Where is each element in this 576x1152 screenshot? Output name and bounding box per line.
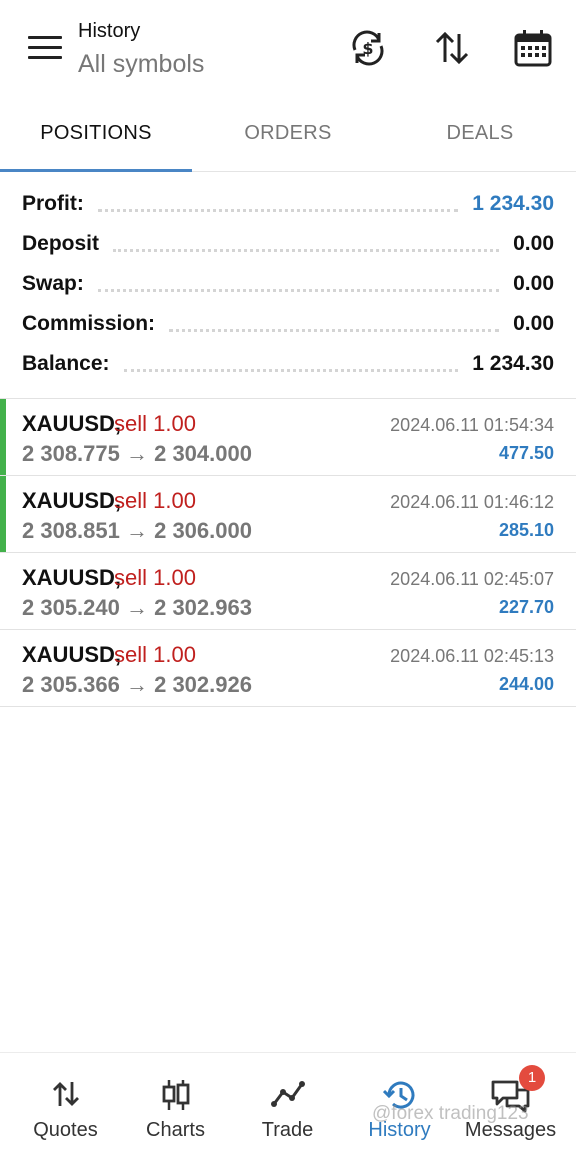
tab-orders[interactable]: ORDERS bbox=[192, 100, 384, 171]
quotes-icon bbox=[52, 1082, 79, 1106]
tab-positions[interactable]: POSITIONS bbox=[0, 100, 192, 172]
deal-prices: 2 308.775 → 2 304.000 bbox=[22, 441, 252, 466]
summary-row-swap: Swap: 0.00 bbox=[0, 264, 576, 304]
dotted-leader bbox=[169, 328, 500, 332]
summary-value: 1 234.30 bbox=[472, 352, 554, 375]
history-tabs: POSITIONS ORDERS DEALS bbox=[0, 100, 576, 172]
summary-panel: Profit: 1 234.30 Deposit 0.00 Swap: 0.00… bbox=[0, 184, 576, 384]
position-marker bbox=[0, 476, 6, 552]
svg-text:$: $ bbox=[362, 39, 373, 58]
deal-side: sell 1.00 bbox=[114, 488, 196, 513]
tab-deals[interactable]: DEALS bbox=[384, 100, 576, 171]
deal-time: 2024.06.11 01:46:12 bbox=[390, 492, 554, 512]
nav-label: Charts bbox=[146, 1119, 205, 1141]
deal-symbol: XAUUSD, bbox=[22, 411, 122, 436]
list-item[interactable]: XAUUSD, sell 1.00 2 308.851 → 2 306.000 … bbox=[0, 476, 576, 553]
nav-quotes[interactable]: Quotes bbox=[8, 1053, 123, 1152]
position-marker bbox=[0, 399, 6, 475]
deal-profit: 477.50 bbox=[498, 443, 554, 463]
deal-side: sell 1.00 bbox=[114, 411, 196, 436]
deal-time: 2024.06.11 01:54:34 bbox=[390, 415, 554, 435]
list-item[interactable]: XAUUSD, sell 1.00 2 308.775 → 2 304.000 … bbox=[0, 399, 576, 476]
summary-label: Profit: bbox=[22, 192, 84, 215]
deal-prices: 2 305.366 → 2 302.926 bbox=[22, 672, 252, 697]
dotted-leader bbox=[97, 208, 459, 212]
nav-label: Trade bbox=[261, 1119, 314, 1141]
summary-value: 0.00 bbox=[513, 312, 554, 335]
watermark-text: @forex trading123 bbox=[372, 1103, 529, 1124]
trade-icon bbox=[270, 1081, 305, 1107]
summary-label: Swap: bbox=[22, 272, 84, 295]
dotted-leader bbox=[113, 248, 500, 252]
summary-value: 1 234.30 bbox=[472, 192, 554, 215]
summary-row-commission: Commission: 0.00 bbox=[0, 304, 576, 344]
list-item[interactable]: XAUUSD, sell 1.00 2 305.366 → 2 302.926 … bbox=[0, 630, 576, 707]
hamburger-menu-icon[interactable] bbox=[28, 36, 62, 62]
calendar-icon[interactable] bbox=[513, 28, 553, 68]
summary-label: Commission: bbox=[22, 312, 156, 335]
nav-charts[interactable]: Charts bbox=[118, 1053, 233, 1152]
bottom-navigation: Quotes Charts Trade History 1 Messages @… bbox=[0, 1052, 576, 1152]
deal-profit: 244.00 bbox=[498, 674, 554, 694]
summary-row-balance: Balance: 1 234.30 bbox=[0, 344, 576, 384]
positions-list: XAUUSD, sell 1.00 2 308.775 → 2 304.000 … bbox=[0, 398, 576, 707]
deal-symbol: XAUUSD, bbox=[22, 488, 122, 513]
summary-value: 0.00 bbox=[513, 232, 554, 255]
deal-symbol: XAUUSD, bbox=[22, 642, 122, 667]
nav-trade[interactable]: Trade bbox=[230, 1053, 345, 1152]
deal-time: 2024.06.11 02:45:13 bbox=[390, 646, 554, 666]
summary-row-deposit: Deposit 0.00 bbox=[0, 224, 576, 264]
deal-profit: 285.10 bbox=[498, 520, 554, 540]
deal-prices: 2 308.851 → 2 306.000 bbox=[22, 518, 252, 543]
dotted-leader bbox=[97, 288, 500, 292]
deal-prices: 2 305.240 → 2 302.963 bbox=[22, 595, 252, 620]
deal-profit: 227.70 bbox=[498, 597, 554, 617]
list-item[interactable]: XAUUSD, sell 1.00 2 305.240 → 2 302.963 … bbox=[0, 553, 576, 630]
summary-label: Deposit bbox=[22, 232, 100, 255]
summary-value: 0.00 bbox=[513, 272, 554, 295]
unread-badge: 1 bbox=[519, 1065, 545, 1091]
charts-icon bbox=[162, 1080, 189, 1110]
sort-icon[interactable] bbox=[432, 28, 472, 68]
deal-side: sell 1.00 bbox=[114, 642, 196, 667]
nav-label: Quotes bbox=[33, 1119, 98, 1141]
deal-side: sell 1.00 bbox=[114, 565, 196, 590]
symbol-filter[interactable]: All symbols bbox=[78, 50, 204, 79]
top-app-bar: History All symbols $ bbox=[0, 0, 576, 100]
deal-symbol: XAUUSD, bbox=[22, 565, 122, 590]
summary-row-profit: Profit: 1 234.30 bbox=[0, 184, 576, 224]
deal-time: 2024.06.11 02:45:07 bbox=[390, 569, 554, 589]
page-title: History bbox=[78, 20, 141, 42]
currency-exchange-icon[interactable]: $ bbox=[348, 28, 388, 68]
dotted-leader bbox=[123, 368, 459, 372]
summary-label: Balance: bbox=[22, 352, 110, 375]
